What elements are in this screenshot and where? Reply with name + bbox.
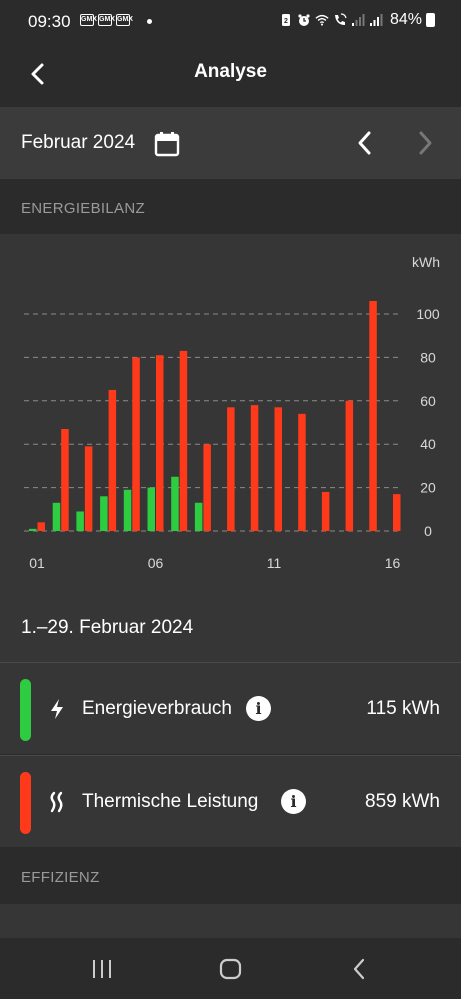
summary-value: 859 kWh <box>365 791 440 812</box>
energy-consumption-bar <box>147 487 155 531</box>
thermal-output-bar <box>179 350 188 531</box>
thermal-output-bar <box>321 491 330 531</box>
x-tick-label: 11 <box>267 555 282 571</box>
app-bar: Analyse <box>0 44 461 107</box>
recent-apps-icon[interactable] <box>88 956 116 982</box>
previous-month-button[interactable] <box>350 127 380 159</box>
thermal-output-bar <box>274 407 282 531</box>
battery-percentage: 84% <box>389 11 422 28</box>
month-label[interactable]: Februar 2024 <box>21 132 135 154</box>
y-tick-label: 60 <box>420 393 436 409</box>
thermal-output-bar <box>132 357 140 531</box>
energy-consumption-bar <box>194 502 203 531</box>
thermal-output-bar <box>203 444 211 531</box>
summary-label: Energieverbrauch <box>82 698 232 719</box>
y-tick-label: 40 <box>420 436 436 452</box>
summary-row-energy-consumption: Energieverbrauch i 115 kWh <box>0 662 461 754</box>
mail-notification-icon: GMX <box>116 14 133 26</box>
battery-icon <box>426 13 435 27</box>
section-title: EFFIZIENZ <box>21 869 100 886</box>
y-tick-label: 80 <box>420 349 436 365</box>
energy-consumption-bar <box>171 476 179 531</box>
date-range-label: 1.–29. Februar 2024 <box>21 617 194 638</box>
energy-consumption-bar <box>76 511 84 531</box>
bar-chart: kWh 0 20 40 60 80 100 01 06 11 16 <box>24 254 440 571</box>
thermal-output-bar <box>298 413 306 531</box>
thermal-output-bar <box>369 300 377 531</box>
lightning-icon <box>51 699 63 719</box>
month-selector: Februar 2024 <box>0 107 461 179</box>
info-icon[interactable]: i <box>246 696 271 721</box>
data-saver-icon: 2 <box>281 14 290 26</box>
energy-consumption-bar <box>52 502 61 531</box>
heat-waves-icon <box>50 791 63 813</box>
system-navigation-bar <box>0 938 461 999</box>
thermal-output-bar <box>345 400 354 531</box>
alarm-icon <box>298 14 310 26</box>
series-color-indicator <box>20 679 31 741</box>
thermal-output-bar <box>393 494 401 531</box>
y-tick-label: 20 <box>420 480 436 496</box>
energy-chart: kWh 0 20 40 60 80 100 01 06 11 16 <box>0 234 461 662</box>
signal-icon <box>369 14 383 26</box>
svg-text:2: 2 <box>284 18 288 25</box>
more-notifications-dot <box>147 19 152 24</box>
x-tick-label: 01 <box>29 555 45 571</box>
page-title: Analyse <box>194 61 267 82</box>
section-header-energy-balance: ENERGIEBILANZ <box>0 180 461 234</box>
next-month-button[interactable] <box>410 127 440 159</box>
thermal-output-bar <box>37 522 45 531</box>
wifi-calling-icon <box>334 13 347 25</box>
section-title: ENERGIEBILANZ <box>21 200 145 217</box>
status-right: 2 84% <box>279 11 435 29</box>
energy-consumption-bar <box>100 496 108 531</box>
back-nav-icon[interactable] <box>346 956 374 982</box>
x-tick-label: 06 <box>148 555 164 571</box>
thermal-output-bar <box>108 389 117 531</box>
calendar-icon[interactable] <box>154 131 180 157</box>
summary-row-thermal-output: Thermische Leistung i 859 kWh <box>0 755 461 847</box>
thermal-output-bar <box>250 405 259 531</box>
x-tick-label: 16 <box>385 555 401 571</box>
home-icon[interactable] <box>217 956 245 982</box>
summary-label: Thermische Leistung <box>82 791 259 812</box>
notification-icons: GMX GMX GMX <box>80 14 133 26</box>
status-bar: 09:30 GMX GMX GMX 2 84% <box>0 0 461 44</box>
wifi-icon <box>315 14 329 26</box>
status-time: 09:30 <box>28 12 71 31</box>
y-axis-unit-label: kWh <box>412 254 440 270</box>
signal-icon <box>351 14 365 26</box>
efficiency-content <box>0 904 461 938</box>
thermal-output-bar <box>156 355 164 531</box>
mail-notification-icon: GMX <box>98 14 115 26</box>
thermal-output-bar <box>61 429 69 531</box>
y-tick-label: 0 <box>424 523 432 539</box>
thermal-output-bar <box>84 446 93 531</box>
energy-consumption-bar <box>123 489 132 531</box>
summary-value: 115 kWh <box>366 698 440 719</box>
section-header-efficiency: EFFIZIENZ <box>0 849 461 904</box>
thermal-output-bar <box>227 407 235 531</box>
mail-notification-icon: GMX <box>80 14 97 26</box>
y-tick-label: 100 <box>416 306 440 322</box>
info-icon[interactable]: i <box>281 789 306 814</box>
series-color-indicator <box>20 772 31 834</box>
energy-consumption-bar <box>29 528 37 531</box>
